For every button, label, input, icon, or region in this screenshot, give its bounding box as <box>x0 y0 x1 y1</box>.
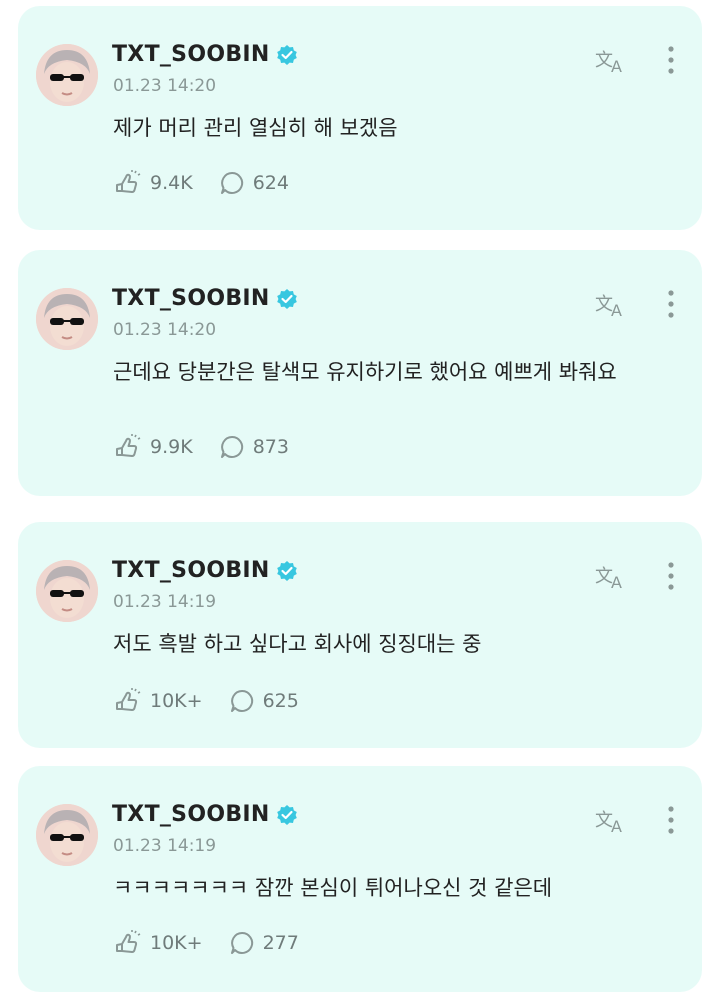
author-name[interactable]: TXT_SOOBIN <box>112 286 270 311</box>
svg-text:A: A <box>611 573 622 592</box>
comment-button[interactable]: 277 <box>229 930 299 956</box>
more-vertical-icon[interactable] <box>660 42 682 78</box>
translate-icon[interactable]: 文A <box>594 562 630 592</box>
like-button[interactable]: 9.9K <box>114 434 193 460</box>
more-vertical-icon[interactable] <box>660 558 682 594</box>
more-vertical-icon[interactable] <box>660 286 682 322</box>
post-timestamp: 01.23 14:20 <box>113 76 217 96</box>
more-vertical-icon[interactable] <box>660 802 682 838</box>
svg-text:A: A <box>611 301 622 320</box>
post-card[interactable]: TXT_SOOBIN 01.23 14:19 저도 흑발 하고 싶다고 회사에 … <box>18 522 702 748</box>
comment-count: 873 <box>252 436 289 458</box>
post-text: 근데요 당분간은 탈색모 유지하기로 했어요 예쁘게 봐줘요 <box>113 360 617 384</box>
avatar[interactable] <box>36 804 98 866</box>
comment-button[interactable]: 873 <box>219 434 289 460</box>
post-stats: 9.4K 624 <box>114 170 315 196</box>
comment-count: 625 <box>262 690 299 712</box>
post-card[interactable]: TXT_SOOBIN 01.23 14:20 제가 머리 관리 열심히 해 보겠… <box>18 6 702 230</box>
avatar[interactable] <box>36 288 98 350</box>
comment-icon <box>219 434 245 460</box>
like-count: 9.9K <box>150 436 193 458</box>
like-icon <box>114 930 142 956</box>
author-name[interactable]: TXT_SOOBIN <box>112 558 270 583</box>
comment-button[interactable]: 625 <box>229 688 299 714</box>
svg-text:A: A <box>611 817 622 836</box>
like-count: 10K+ <box>150 932 203 954</box>
like-icon <box>114 434 142 460</box>
verified-badge-icon <box>276 44 298 66</box>
post-card[interactable]: TXT_SOOBIN 01.23 14:19 ㅋㅋㅋㅋㅋㅋㅋ 잠깐 본심이 튀어… <box>18 766 702 992</box>
post-stats: 10K+ 277 <box>114 930 325 956</box>
comment-icon <box>229 930 255 956</box>
comment-button[interactable]: 624 <box>219 170 289 196</box>
post-text: ㅋㅋㅋㅋㅋㅋㅋ 잠깐 본심이 튀어나오신 것 같은데 <box>113 876 553 900</box>
translate-icon[interactable]: 文A <box>594 290 630 320</box>
verified-badge-icon <box>276 560 298 582</box>
comment-count: 624 <box>252 172 289 194</box>
comment-icon <box>229 688 255 714</box>
post-stats: 9.9K 873 <box>114 434 315 460</box>
verified-badge-icon <box>276 288 298 310</box>
post-card[interactable]: TXT_SOOBIN 01.23 14:20 근데요 당분간은 탈색모 유지하기… <box>18 250 702 496</box>
post-text: 제가 머리 관리 열심히 해 보겠음 <box>113 116 398 140</box>
post-text: 저도 흑발 하고 싶다고 회사에 징징대는 중 <box>113 632 482 656</box>
post-timestamp: 01.23 14:19 <box>113 836 217 856</box>
svg-text:A: A <box>611 57 622 76</box>
verified-badge-icon <box>276 804 298 826</box>
comment-icon <box>219 170 245 196</box>
translate-icon[interactable]: 文A <box>594 46 630 76</box>
avatar[interactable] <box>36 44 98 106</box>
comment-count: 277 <box>262 932 299 954</box>
translate-icon[interactable]: 文A <box>594 806 630 836</box>
like-button[interactable]: 10K+ <box>114 930 203 956</box>
like-button[interactable]: 9.4K <box>114 170 193 196</box>
like-icon <box>114 688 142 714</box>
like-icon <box>114 170 142 196</box>
like-count: 9.4K <box>150 172 193 194</box>
author-name[interactable]: TXT_SOOBIN <box>112 802 270 827</box>
author-name[interactable]: TXT_SOOBIN <box>112 42 270 67</box>
post-stats: 10K+ 625 <box>114 688 325 714</box>
like-count: 10K+ <box>150 690 203 712</box>
post-timestamp: 01.23 14:19 <box>113 592 217 612</box>
post-timestamp: 01.23 14:20 <box>113 320 217 340</box>
like-button[interactable]: 10K+ <box>114 688 203 714</box>
avatar[interactable] <box>36 560 98 622</box>
